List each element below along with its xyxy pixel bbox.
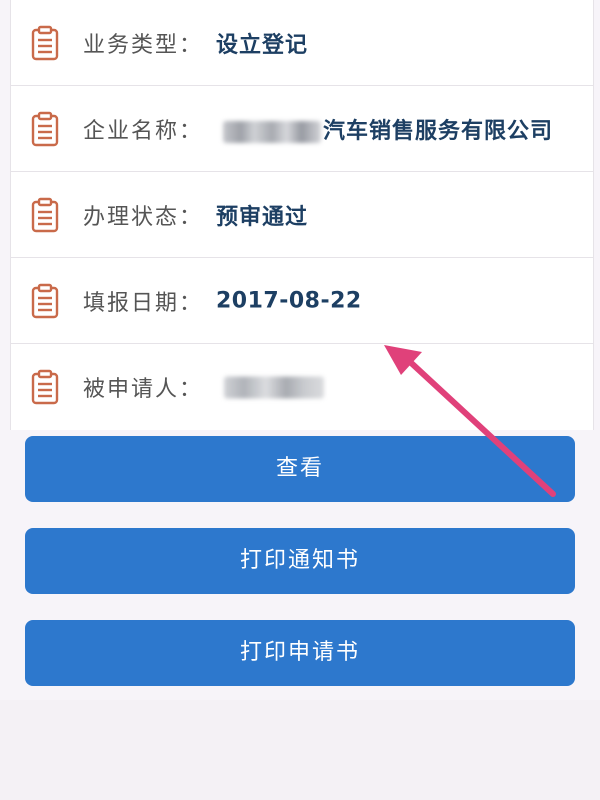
- clipboard-icon: [31, 369, 59, 404]
- company-name-value-container: 汽车销售服务有限公司: [223, 113, 553, 145]
- filing-date-label: 填报日期：: [83, 290, 204, 316]
- detail-row-company-name: 企业名称： 汽车销售服务有限公司: [11, 86, 593, 172]
- status-value: 预审通过: [216, 204, 309, 230]
- view-button[interactable]: 查看: [25, 436, 575, 502]
- applicant-label: 被申请人：: [83, 376, 204, 402]
- detail-row-business-type: 业务类型： 设立登记: [11, 0, 593, 86]
- company-name-label: 企业名称：: [83, 118, 204, 144]
- bottom-empty-area: [0, 700, 600, 800]
- redacted-applicant-name: [224, 376, 324, 398]
- filing-date-value: 2017-08-22: [216, 288, 362, 313]
- application-detail-screen: 业务类型： 设立登记 企业名称： 汽车销售服务有限公司 办理状态： 预审通过 填…: [0, 0, 600, 800]
- clipboard-icon: [31, 25, 59, 60]
- clipboard-icon: [31, 197, 59, 232]
- detail-row-filing-date: 填报日期： 2017-08-22: [11, 258, 593, 344]
- applicant-value-container: [224, 374, 324, 399]
- clipboard-icon: [31, 111, 59, 146]
- detail-row-status: 办理状态： 预审通过: [11, 172, 593, 258]
- application-details-card: 业务类型： 设立登记 企业名称： 汽车销售服务有限公司 办理状态： 预审通过 填…: [10, 0, 594, 430]
- clipboard-icon: [31, 283, 59, 318]
- detail-row-applicant: 被申请人：: [11, 344, 593, 429]
- print-application-button[interactable]: 打印申请书: [25, 620, 575, 686]
- status-label: 办理状态：: [83, 204, 204, 230]
- print-notice-button[interactable]: 打印通知书: [25, 528, 575, 594]
- company-name-value: 汽车销售服务有限公司: [323, 118, 554, 144]
- business-type-value: 设立登记: [216, 32, 309, 58]
- redacted-company-prefix: [223, 120, 321, 143]
- business-type-label: 业务类型：: [83, 32, 204, 58]
